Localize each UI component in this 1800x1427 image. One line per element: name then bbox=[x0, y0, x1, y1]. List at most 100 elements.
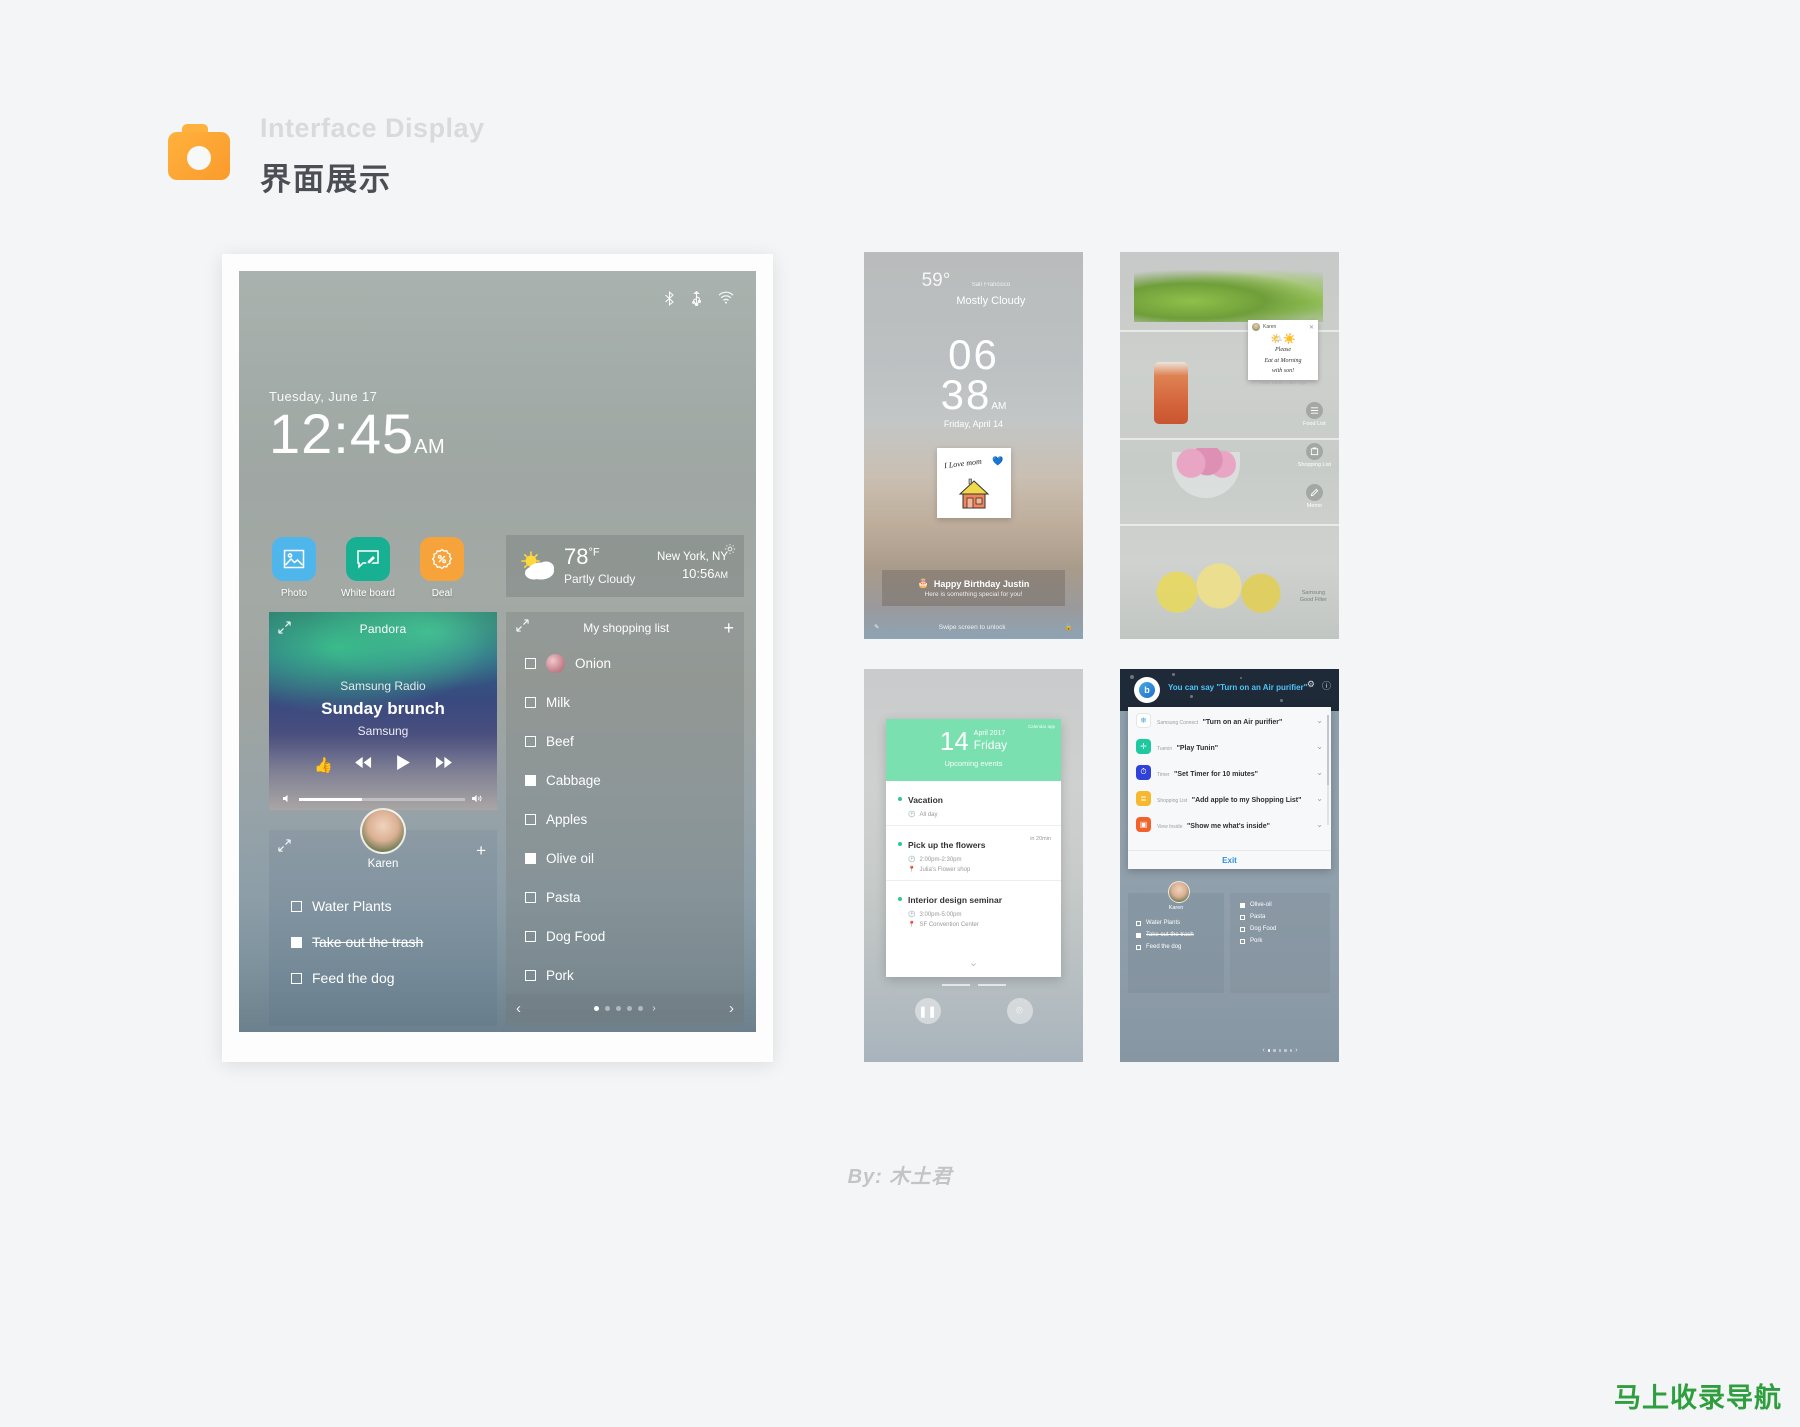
checkbox[interactable] bbox=[525, 853, 536, 864]
expand-icon[interactable] bbox=[278, 839, 291, 857]
fridge-interior-thumbnail[interactable]: Samsung Good Filter Food List Shopping Li… bbox=[1120, 252, 1339, 639]
fridge-button-food-list[interactable]: Food List bbox=[1303, 402, 1326, 427]
checkbox[interactable] bbox=[525, 970, 536, 981]
fridge-button-shopping-list[interactable]: Shopping List bbox=[1298, 443, 1331, 468]
list-item[interactable]: Pasta bbox=[506, 878, 744, 917]
list-item[interactable]: Milk bbox=[506, 683, 744, 722]
chevron-down-icon[interactable]: ⌄ bbox=[1316, 794, 1323, 803]
checkbox[interactable] bbox=[1136, 944, 1141, 950]
gear-icon[interactable]: ⚙ bbox=[1307, 679, 1315, 692]
help-icon[interactable]: ⓘ bbox=[1322, 679, 1331, 692]
thumbs-up-icon[interactable]: 👍 bbox=[314, 756, 333, 774]
calendar-card[interactable]: Calendar app 14 April 2017 Friday Upcomi… bbox=[886, 719, 1061, 977]
list-item[interactable]: Feed the dog bbox=[1128, 941, 1224, 953]
list-item[interactable]: Apples bbox=[506, 800, 744, 839]
checkbox[interactable] bbox=[525, 892, 536, 903]
app-shortcut-deal[interactable]: Deal bbox=[417, 537, 467, 599]
checkbox[interactable] bbox=[525, 814, 536, 825]
chevron-down-icon[interactable]: ⌄ bbox=[1316, 768, 1323, 777]
lockscreen-thumbnail[interactable]: 59° San Francisco Mostly Cloudy 06 38AM … bbox=[864, 252, 1083, 639]
gear-icon[interactable] bbox=[724, 542, 736, 560]
add-shopping-item-button[interactable]: + bbox=[723, 619, 734, 637]
calendar-event[interactable]: Interior design seminar 🕐 3:00pm-5:00pm 📍… bbox=[886, 880, 1061, 928]
command-item[interactable]: ≣ Shopping List "Add apple to my Shoppin… bbox=[1128, 785, 1331, 811]
checkbox[interactable] bbox=[525, 736, 536, 747]
checkbox[interactable] bbox=[525, 697, 536, 708]
cast-icon[interactable]: ⌾ bbox=[1006, 998, 1033, 1024]
voice-assistant-thumbnail[interactable]: b You can say "Turn on an Air purifier" … bbox=[1120, 669, 1339, 1062]
weather-widget[interactable]: 78°F Partly Cloudy New York, NY 10:56AM bbox=[506, 535, 744, 597]
fridge-button-memo[interactable]: Memo bbox=[1305, 484, 1323, 509]
music-volume-slider[interactable] bbox=[283, 790, 483, 808]
list-item[interactable]: Pork bbox=[506, 956, 744, 995]
memo-widget[interactable]: Karen + Water Plants Take out the trash … bbox=[269, 808, 497, 1026]
add-memo-button[interactable]: + bbox=[476, 841, 486, 861]
expand-icon[interactable] bbox=[516, 619, 529, 637]
checkbox[interactable] bbox=[1240, 926, 1245, 932]
lock-icon[interactable]: 🔒 bbox=[1065, 623, 1073, 631]
app-shortcut-whiteboard[interactable]: White board bbox=[341, 537, 395, 599]
list-item[interactable]: Pork bbox=[1232, 935, 1328, 947]
notification-banner[interactable]: 🎂 Happy Birthday Justin Here is somethin… bbox=[882, 570, 1065, 606]
checkbox[interactable] bbox=[525, 775, 536, 786]
music-widget[interactable]: Pandora Samsung Radio Sunday brunch Sams… bbox=[269, 612, 497, 810]
list-item[interactable]: Feed the dog bbox=[269, 960, 497, 996]
chevron-down-icon[interactable]: ⌄ bbox=[886, 956, 1061, 969]
list-item[interactable]: Cabbage bbox=[506, 761, 744, 800]
pause-icon[interactable]: ❚❚ bbox=[914, 998, 941, 1024]
next-icon[interactable] bbox=[433, 755, 452, 775]
previous-icon[interactable] bbox=[354, 755, 374, 775]
exit-button[interactable]: Exit bbox=[1128, 850, 1331, 865]
list-item[interactable]: Dog Food bbox=[506, 917, 744, 956]
calendar-event[interactable]: Vacation 🕐 All day bbox=[886, 781, 1061, 818]
checkbox[interactable] bbox=[1136, 932, 1141, 938]
list-item[interactable]: Pasta bbox=[1232, 911, 1328, 923]
command-item[interactable]: ▣ View Inside "Show me what's inside" ⌄ bbox=[1128, 811, 1331, 837]
list-item[interactable]: Olive oil bbox=[506, 839, 744, 878]
list-item[interactable]: Take out the trash bbox=[269, 924, 497, 960]
list-item[interactable]: Olive-oil bbox=[1232, 899, 1328, 911]
list-item[interactable]: Beef bbox=[506, 722, 744, 761]
list-item[interactable]: Onion bbox=[506, 644, 744, 683]
calendar-event[interactable]: Pick up the flowers in 20min 🕐 2:00pm-2:3… bbox=[886, 825, 1061, 873]
scrollbar[interactable] bbox=[1327, 715, 1329, 825]
pagination-more[interactable]: › bbox=[652, 1003, 655, 1014]
pagination-dots[interactable]: ‹ › bbox=[1230, 1047, 1330, 1054]
chevron-left-icon[interactable]: ‹ bbox=[516, 1000, 521, 1017]
assistant-command-panel[interactable]: ❄ Samsung Connect "Turn on an Air purifi… bbox=[1128, 707, 1331, 869]
pagination-dots[interactable]: › bbox=[521, 1003, 729, 1014]
play-icon[interactable] bbox=[396, 754, 411, 776]
app-shortcut-photo[interactable]: Photo bbox=[269, 537, 319, 599]
list-item[interactable]: Take out the trash bbox=[1128, 929, 1224, 941]
memo-icon bbox=[1305, 484, 1323, 501]
chevron-right-icon[interactable]: › bbox=[729, 1000, 734, 1017]
sticky-note[interactable]: I Love mom 💙 bbox=[936, 448, 1011, 518]
command-item[interactable]: ⏱ Timer "Set Timer for 10 miutes" ⌄ bbox=[1128, 759, 1331, 785]
list-item[interactable]: Water Plants bbox=[1128, 917, 1224, 929]
event-title: Pick up the flowers bbox=[908, 840, 986, 850]
checkbox[interactable] bbox=[1136, 920, 1141, 926]
list-item-label: Water Plants bbox=[312, 898, 392, 914]
checkbox[interactable] bbox=[525, 658, 536, 669]
shopping-list-widget[interactable]: My shopping list + Onion Milk Beef Cabba… bbox=[506, 612, 744, 1026]
list-item[interactable]: Water Plants bbox=[269, 888, 497, 924]
checkbox[interactable] bbox=[291, 900, 302, 912]
command-item[interactable]: ✛ Tuenin "Play Tunin" ⌄ bbox=[1128, 733, 1331, 759]
chevron-down-icon[interactable]: ⌄ bbox=[1316, 742, 1323, 751]
checkbox[interactable] bbox=[525, 931, 536, 942]
command-item[interactable]: ❄ Samsung Connect "Turn on an Air purifi… bbox=[1128, 707, 1331, 733]
chevron-down-icon[interactable]: ⌄ bbox=[1316, 716, 1323, 725]
close-icon[interactable]: ✕ bbox=[1309, 324, 1314, 331]
bixby-icon[interactable]: b bbox=[1134, 677, 1160, 703]
checkbox[interactable] bbox=[1240, 938, 1245, 944]
chevron-down-icon[interactable]: ⌄ bbox=[1316, 820, 1323, 829]
calendar-thumbnail[interactable]: Calendar app 14 April 2017 Friday Upcomi… bbox=[864, 669, 1083, 1062]
expand-icon[interactable] bbox=[278, 621, 291, 639]
checkbox[interactable] bbox=[291, 972, 302, 984]
checkbox[interactable] bbox=[1240, 902, 1245, 908]
fridge-memo-card[interactable]: Karen ✕ 🌤️☀️ Please Eat at Morning with … bbox=[1248, 320, 1318, 385]
checkbox[interactable] bbox=[1240, 914, 1245, 920]
checkbox[interactable] bbox=[291, 936, 302, 948]
list-item[interactable]: Dog Food bbox=[1232, 923, 1328, 935]
command-text: "Turn on an Air purifier" bbox=[1202, 719, 1283, 726]
